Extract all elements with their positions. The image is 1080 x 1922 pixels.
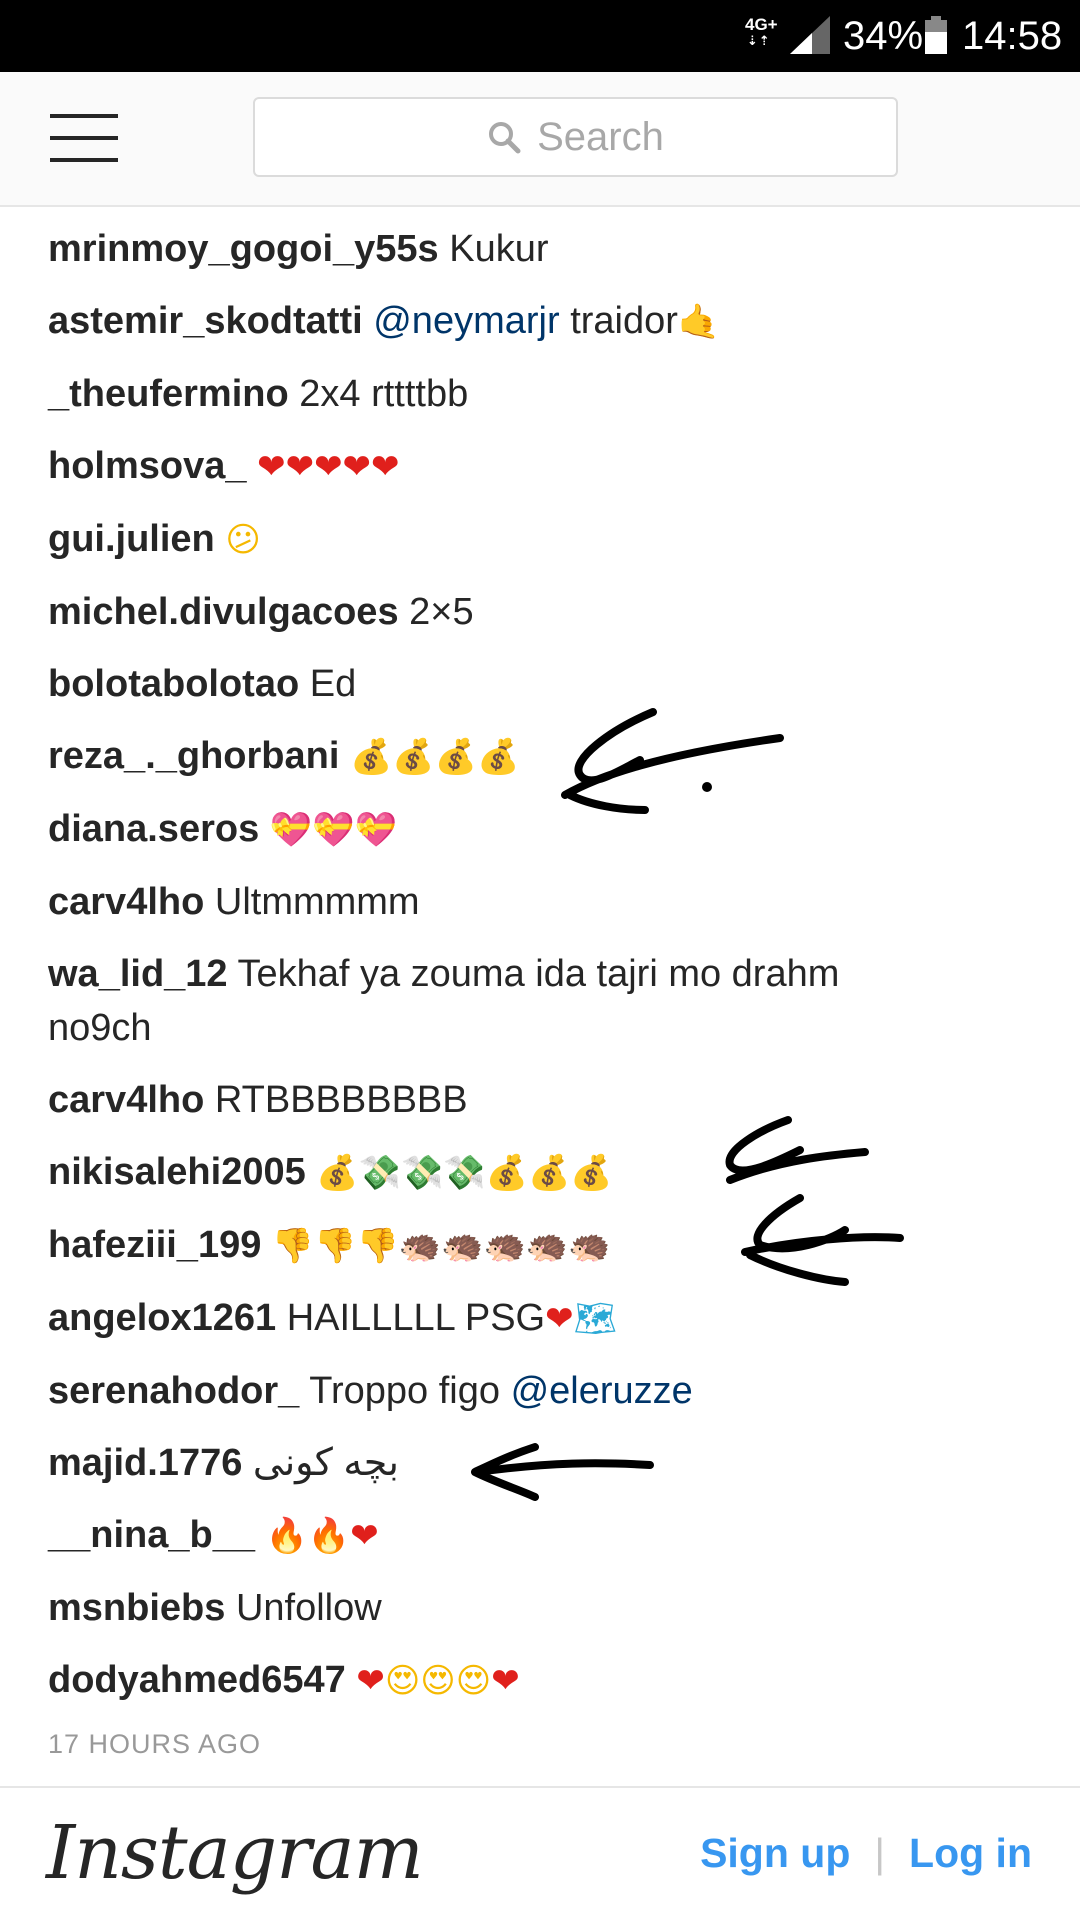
heart-icon: ❤: [545, 1299, 574, 1339]
comment-username[interactable]: majid.1776: [48, 1442, 242, 1484]
comment-username[interactable]: gui.julien: [48, 518, 215, 560]
network-label: 4G+: [745, 15, 778, 34]
comment-text: Troppo figo: [309, 1370, 501, 1412]
comment: carv4lho RTBBBBBBBB: [48, 1073, 1048, 1127]
battery-percent: 34%: [843, 14, 924, 58]
world-map-icon: 🗺: [573, 1299, 617, 1339]
comment: mrinmoy_gogoi_y55s Kukur: [48, 222, 1048, 276]
comment-username[interactable]: dodyahmed6547: [48, 1659, 346, 1701]
comment: dodyahmed6547 ❤😍😍😍❤: [48, 1653, 1048, 1708]
comment-mention[interactable]: @neymarjr: [373, 300, 559, 342]
heart-icon: ❤: [350, 1516, 379, 1556]
comment-username[interactable]: bolotabolotao: [48, 663, 299, 705]
comment: bolotabolotao Ed: [48, 657, 1048, 711]
comment-username[interactable]: serenahodor_: [48, 1370, 299, 1412]
comment-username[interactable]: michel.divulgacoes: [48, 591, 399, 633]
comment-text: Ed: [309, 663, 357, 705]
bottom-bar: Instagram Sign up | Log in: [0, 1786, 1080, 1922]
comment: wa_lid_12 Tekhaf ya zouma ida tajri mo d…: [48, 947, 948, 1055]
comment: diana.seros 💝💝💝: [48, 802, 1048, 857]
heart-eyes-icon: 😍😍😍: [384, 1661, 492, 1701]
network-indicator: 4G+ ⇣⇡: [745, 15, 778, 48]
search-input[interactable]: Search: [253, 97, 898, 177]
comment: _theufermino 2x4 rttttbb: [48, 367, 1048, 421]
search-icon: [489, 122, 521, 154]
money-bag-icon: 💰💰💰💰: [349, 737, 520, 777]
comment-text: بچه کونی: [252, 1442, 399, 1484]
link-separator: |: [874, 1830, 886, 1876]
comment-text: traidor: [570, 300, 678, 342]
heart-icon: ❤❤❤❤❤: [257, 447, 400, 487]
hamburger-menu-icon[interactable]: [50, 114, 118, 164]
comment-list: mrinmoy_gogoi_y55s Kukur astemir_skodtat…: [48, 222, 1048, 1726]
comment: serenahodor_ Troppo figo @eleruzze: [48, 1364, 1048, 1418]
comment-text: 2×5: [409, 591, 474, 633]
comment: angelox1261 HAILLLLL PSG❤🗺: [48, 1291, 1048, 1346]
money-bag-icon: 💰: [316, 1153, 359, 1193]
comment-username[interactable]: holmsova_: [48, 445, 247, 487]
comment-username[interactable]: carv4lho: [48, 881, 204, 923]
top-header: Search: [0, 72, 1080, 207]
comment-text: RTBBBBBBBB: [214, 1079, 468, 1121]
comment-username[interactable]: angelox1261: [48, 1297, 276, 1339]
comment: holmsova_ ❤❤❤❤❤: [48, 439, 1048, 494]
comment: reza_._ghorbani 💰💰💰💰: [48, 729, 1048, 784]
comment-username[interactable]: hafeziii_199: [48, 1224, 261, 1266]
comment: carv4lho Ultmmmmm: [48, 875, 1048, 929]
comment: hafeziii_199 👎👎👎🦔🦔🦔🦔🦔: [48, 1218, 1048, 1273]
comment-text: 2x4 rttttbb: [299, 373, 469, 415]
comment: michel.divulgacoes 2×5: [48, 585, 1048, 639]
comment-username[interactable]: msnbiebs: [48, 1587, 225, 1629]
heart-icon: ❤: [356, 1661, 385, 1701]
menu-line: [50, 158, 118, 162]
menu-line: [50, 136, 118, 140]
call-me-hand-icon: 🤙: [677, 302, 721, 342]
data-arrows-icon: ⇣⇡: [747, 33, 771, 48]
comment-username[interactable]: __nina_b__: [48, 1514, 255, 1556]
fire-icon: 🔥🔥: [265, 1516, 351, 1556]
auth-links: Sign up | Log in: [700, 1830, 1032, 1877]
status-bar: 4G+ ⇣⇡ 34% 14:58: [0, 0, 1080, 72]
comment-username[interactable]: nikisalehi2005: [48, 1151, 306, 1193]
signup-button[interactable]: Sign up: [700, 1830, 850, 1876]
thumbs-down-icon: 👎👎👎: [271, 1226, 399, 1266]
heart-ribbon-icon: 💝💝💝: [269, 810, 397, 850]
comment-username[interactable]: reza_._ghorbani: [48, 735, 339, 777]
instagram-logo[interactable]: Instagram: [46, 1810, 424, 1896]
post-timestamp: 17 HOURS AGO: [48, 1729, 262, 1759]
comment-text: Ultmmmmm: [214, 881, 420, 923]
confused-face-icon: 😕: [225, 520, 261, 560]
comment-mention[interactable]: @eleruzze: [511, 1370, 693, 1412]
comment-text: Kukur: [449, 228, 549, 270]
menu-line: [50, 114, 118, 118]
comment-username[interactable]: diana.seros: [48, 808, 259, 850]
money-bag-icon: 💰💰💰: [485, 1153, 613, 1193]
comment: msnbiebs Unfollow: [48, 1581, 1048, 1635]
comment-username[interactable]: astemir_skodtatti: [48, 300, 363, 342]
comment: nikisalehi2005 💰💸💸💸💰💰💰: [48, 1145, 1048, 1200]
hedgehog-icon: 🦔🦔🦔🦔🦔: [398, 1226, 611, 1266]
comment: __nina_b__ 🔥🔥❤: [48, 1508, 1048, 1563]
signal-icon: [790, 16, 830, 54]
comment: majid.1776 بچه کونی: [48, 1436, 1048, 1490]
comment: astemir_skodtatti @neymarjr traidor🤙: [48, 294, 1048, 349]
search-placeholder: Search: [537, 114, 664, 159]
login-button[interactable]: Log in: [909, 1830, 1032, 1876]
money-with-wings-icon: 💸💸💸: [358, 1153, 486, 1193]
comment-username[interactable]: mrinmoy_gogoi_y55s: [48, 228, 439, 270]
battery-icon: [925, 16, 947, 54]
comment-text: Unfollow: [235, 1587, 382, 1629]
comment-username[interactable]: wa_lid_12: [48, 953, 228, 995]
comment-text: HAILLLLL PSG: [286, 1297, 546, 1339]
comment: gui.julien 😕: [48, 512, 1048, 567]
clock: 14:58: [962, 14, 1063, 58]
comment-username[interactable]: carv4lho: [48, 1079, 204, 1121]
heart-icon: ❤: [491, 1661, 520, 1701]
comment-username[interactable]: _theufermino: [48, 373, 289, 415]
